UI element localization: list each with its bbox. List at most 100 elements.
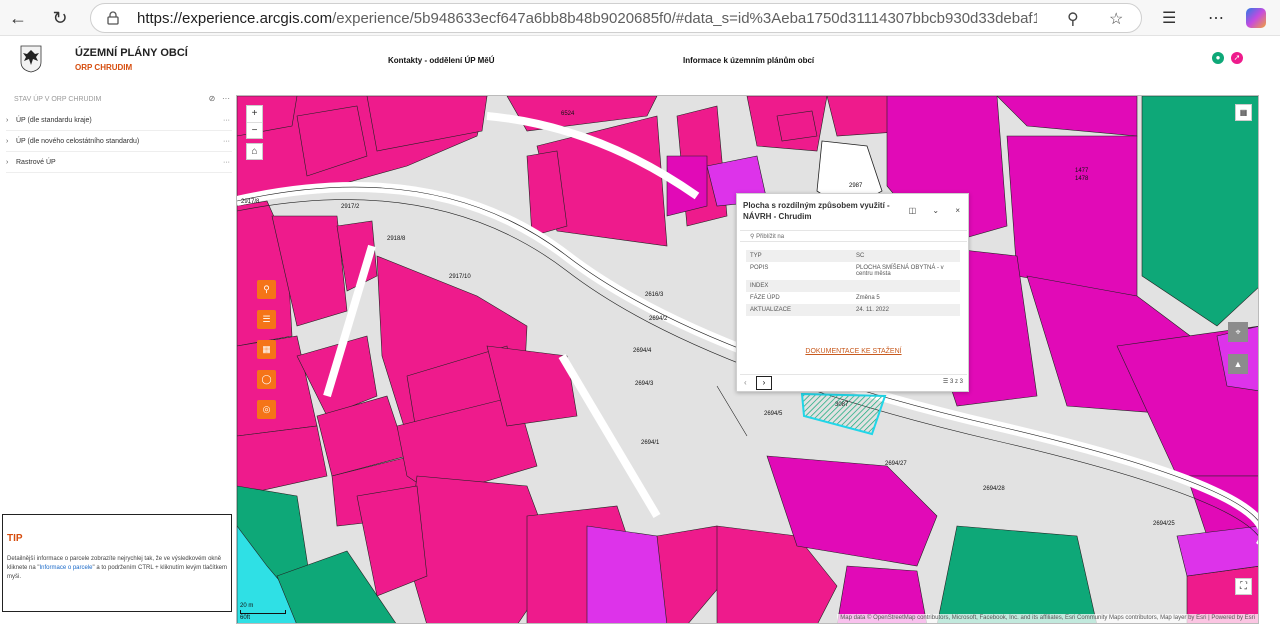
parcel-label: 1478	[1075, 176, 1089, 182]
chevron-right-icon[interactable]: ›	[6, 132, 16, 152]
measure-icon: ◯	[261, 374, 272, 384]
grid-icon: ▦	[262, 344, 271, 354]
info-link[interactable]: Informace k územním plánům obcí	[683, 56, 814, 65]
chevron-right-icon[interactable]: ›	[6, 111, 16, 131]
zoom-out-button[interactable]: −	[247, 123, 262, 139]
layer-group-actions: ⊘ ···	[209, 94, 230, 103]
measure-tool-button[interactable]: ◯	[257, 370, 276, 389]
zoom-to-action[interactable]: ⚲ Přiblížit na	[740, 230, 967, 242]
share-icon[interactable]: ●	[1212, 52, 1224, 64]
parcel-label: 2694/4	[633, 348, 652, 354]
parcel-label: 2917/10	[449, 274, 471, 280]
search-icon: ⚲	[263, 284, 270, 294]
menu-dots-icon[interactable]: ⋯	[1208, 8, 1224, 28]
feature-count[interactable]: ☰ 3 z 3	[943, 378, 963, 385]
zoom-in-button[interactable]: +	[247, 106, 262, 123]
tip-text: Detailnější informace o parcele zobrazít…	[7, 556, 227, 580]
next-feature-button[interactable]: ›	[756, 376, 772, 390]
more-icon[interactable]: ···	[223, 132, 230, 152]
city-crest-icon	[20, 45, 42, 73]
globe-icon: ◎	[262, 404, 271, 414]
parcel-label: 2694/1	[641, 440, 660, 446]
popup-pager: ‹ › ☰ 3 z 3	[740, 374, 967, 391]
home-icon: ⌂	[251, 146, 258, 157]
reload-icon[interactable]: ↻	[48, 6, 72, 30]
fullscreen-icon: ⛶	[1240, 581, 1247, 592]
parcel-label: 6524	[561, 111, 575, 117]
parcel-label: 2987	[849, 183, 863, 189]
layer-list-panel: STAV ÚP V ORP CHRUDIM ⊘ ··· › ÚP (dle sta…	[0, 89, 236, 624]
chevron-right-icon[interactable]: ›	[6, 153, 16, 173]
browser-toolbar: ← ↻ https://experience.arcgis.com/experi…	[0, 0, 1280, 36]
feature-popup: Plocha s rozdílným způsobem využití - NÁ…	[736, 193, 969, 392]
layer-item-rastrove[interactable]: › Rastrové ÚP ···	[6, 153, 232, 173]
fullscreen-button[interactable]: ⛶	[1235, 578, 1252, 595]
parcel-label: 2917/8	[241, 199, 260, 205]
tip-box: TIP Detailnější informace o parcele zobr…	[2, 514, 232, 612]
print-tool-button[interactable]: ◎	[257, 400, 276, 419]
parcel-label: 2694/28	[983, 486, 1005, 492]
chart-icon: ▲	[1233, 359, 1243, 369]
parcel-label: 2616/3	[645, 292, 664, 298]
back-icon[interactable]: ←	[6, 6, 30, 30]
basemap-tool-button[interactable]: ▦	[257, 340, 276, 359]
parcel-label: 2918/8	[387, 236, 406, 242]
zoom-icon[interactable]: ⚲	[1067, 9, 1079, 29]
favorites-icon[interactable]: ☰	[1162, 8, 1176, 28]
parcel-label: 3087	[835, 402, 849, 408]
bookmark-star-icon[interactable]: ☆	[1109, 9, 1123, 29]
popup-title: Plocha s rozdílným způsobem využití - NÁ…	[743, 201, 890, 221]
parcel-label: 2694/3	[635, 381, 654, 387]
url-text: https://experience.arcgis.com/experience…	[137, 10, 1037, 27]
app-subtitle: ORP CHRUDIM	[75, 63, 133, 72]
map-attribution: Map data © OpenStreetMap contributors, M…	[837, 614, 1258, 623]
layer-group-heading: STAV ÚP V ORP CHRUDIM	[14, 96, 102, 103]
more-icon[interactable]: ···	[223, 153, 230, 173]
table-row: AKTUALIZACE 24. 11. 2022	[746, 304, 960, 316]
contacts-link[interactable]: Kontakty - oddělení ÚP MěÚ	[388, 56, 495, 65]
more-icon[interactable]: ···	[222, 94, 230, 103]
list-icon: ☰	[942, 379, 949, 385]
layer-list-tool-button[interactable]: ☰	[257, 310, 276, 329]
table-row: INDEX	[746, 280, 960, 292]
home-button[interactable]: ⌂	[246, 143, 263, 160]
basemap-gallery-button[interactable]: ▦	[1235, 104, 1252, 121]
search-tool-button[interactable]: ⚲	[257, 280, 276, 299]
more-icon[interactable]: ···	[223, 111, 230, 131]
app-header: ÚZEMNÍ PLÁNY OBCÍ ORP CHRUDIM Kontakty -…	[0, 37, 1280, 89]
parcel-label: 2694/5	[764, 411, 783, 417]
layer-item-up-kraj[interactable]: › ÚP (dle standardu kraje) ···	[6, 111, 232, 131]
site-info-icon[interactable]	[107, 11, 119, 25]
table-row: FÁZE ÚPD Změna 5	[750, 295, 880, 301]
scale-bar: 20 m 60ft	[240, 603, 286, 621]
profile-button[interactable]: ▲	[1228, 354, 1248, 374]
parcel-label: 2694/27	[885, 461, 907, 467]
link-icon[interactable]: ➚	[1231, 52, 1243, 64]
tip-link[interactable]: Informace o parcele	[39, 565, 92, 571]
locate-button[interactable]: ⌖	[1228, 322, 1248, 342]
parcel-label: 1477	[1075, 168, 1089, 174]
table-icon: ▦	[1239, 108, 1248, 117]
table-row: POPIS PLOCHA SMÍŠENÁ OBYTNÁ - v centru mě…	[750, 265, 944, 277]
tip-title: TIP	[7, 533, 23, 544]
parcel-label: 2694/2	[649, 316, 668, 322]
popup-actions: ◫ ⌄ ×	[895, 206, 960, 215]
parcel-label: 2694/25	[1153, 521, 1175, 527]
zoom-control: + −	[246, 105, 263, 139]
previous-feature-button[interactable]: ‹	[744, 378, 747, 387]
attribute-table: TYP SC POPIS PLOCHA SMÍŠENÁ OBYTNÁ - v cen…	[746, 250, 960, 316]
close-icon[interactable]: ×	[955, 206, 960, 215]
documentation-download-link[interactable]: DOKUMENTACE KE STAŽENÍ	[737, 348, 970, 355]
locate-icon: ⌖	[1235, 327, 1241, 337]
dock-icon[interactable]: ◫	[909, 206, 917, 215]
layer-item-up-celostatni[interactable]: › ÚP (dle nového celostátního standardu) ·…	[6, 132, 232, 152]
parcel-label: 2917/2	[341, 204, 360, 210]
app-title: ÚZEMNÍ PLÁNY OBCÍ	[75, 47, 188, 59]
zoom-to-icon: ⚲	[750, 234, 755, 240]
visibility-icon[interactable]: ⊘	[209, 94, 216, 103]
copilot-icon[interactable]	[1246, 8, 1266, 28]
address-bar[interactable]: https://experience.arcgis.com/experience…	[90, 3, 1142, 33]
collapse-icon[interactable]: ⌄	[932, 206, 939, 215]
list-icon: ☰	[262, 314, 271, 324]
table-row: TYP SC	[746, 250, 960, 262]
